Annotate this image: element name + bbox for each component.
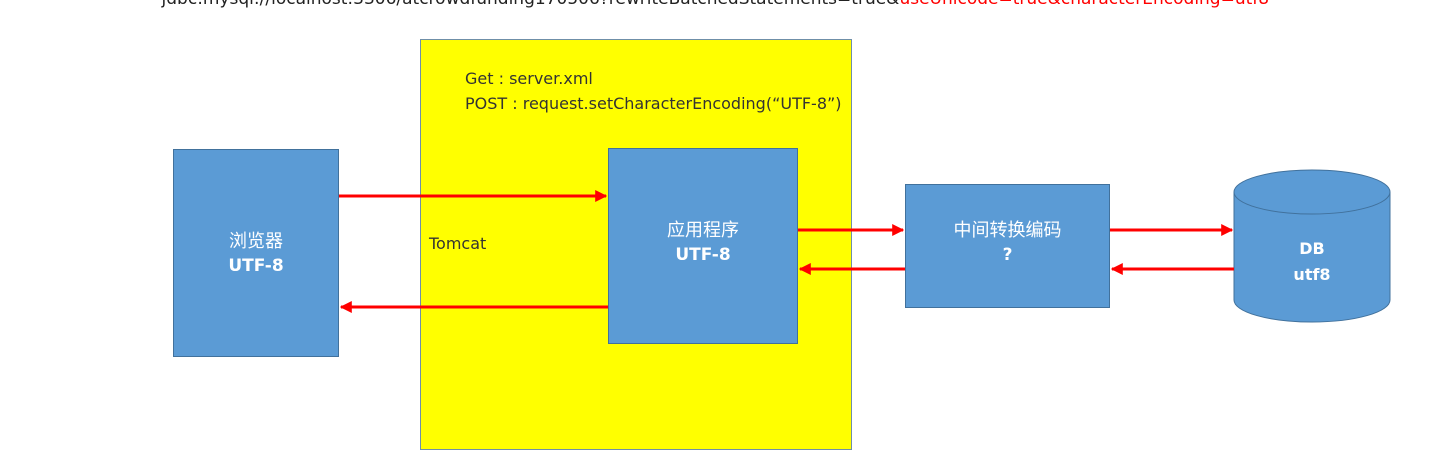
database-label: DB utf8: [1234, 236, 1390, 288]
database-name: DB: [1299, 239, 1325, 258]
database-encoding: utf8: [1293, 265, 1331, 284]
diagram-shapes: [339, 169, 1391, 323]
